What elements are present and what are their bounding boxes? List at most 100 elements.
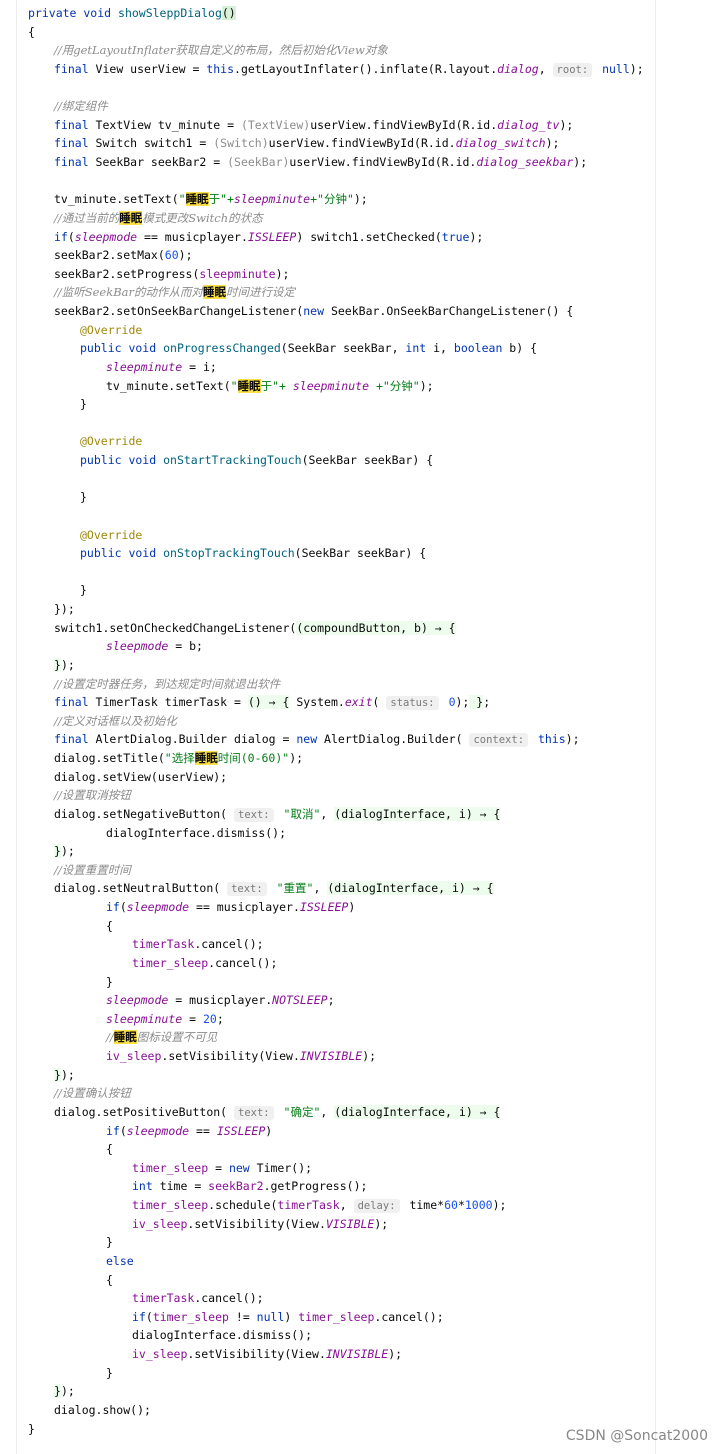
code-line[interactable]: sleepmode = b; — [0, 637, 720, 656]
code-line[interactable]: public void onStopTrackingTouch(SeekBar … — [0, 544, 720, 563]
code-line[interactable]: final SeekBar seekBar2 = (SeekBar)userVi… — [0, 153, 720, 172]
code-line[interactable]: timerTask.cancel(); — [0, 935, 720, 954]
code-line[interactable]: if(sleepmode == ISSLEEP) — [0, 1122, 720, 1141]
code-token: final — [54, 695, 96, 710]
code-line[interactable]: //设置定时器任务，到达规定时间就退出软件 — [0, 675, 720, 694]
code-line[interactable]: { — [0, 1271, 720, 1290]
code-line[interactable]: } — [0, 395, 720, 414]
code-line[interactable]: if(sleepmode == musicplayer.ISSLEEP) — [0, 898, 720, 917]
code-line[interactable]: @Override — [0, 432, 720, 451]
code-line[interactable]: dialog.show(); — [0, 1401, 720, 1420]
code-line[interactable]: //睡眠图标设置不可见 — [0, 1028, 720, 1047]
code-line[interactable]: iv_sleep.setVisibility(View.VISIBLE); — [0, 1215, 720, 1234]
code-line[interactable]: //绑定组件 — [0, 97, 720, 116]
code-line[interactable]: else — [0, 1252, 720, 1271]
code-line[interactable]: }); — [0, 1382, 720, 1401]
code-line[interactable]: iv_sleep.setVisibility(View.INVISIBLE); — [0, 1345, 720, 1364]
code-line[interactable] — [0, 414, 720, 433]
code-line[interactable]: }); — [0, 1066, 720, 1085]
code-line[interactable]: dialog.setNegativeButton( text: "取消", (d… — [0, 805, 720, 824]
code-token: +"分钟" — [310, 192, 354, 207]
code-line[interactable]: public void onStartTrackingTouch(SeekBar… — [0, 451, 720, 470]
code-token: exit — [344, 695, 373, 710]
code-line[interactable]: } — [0, 488, 720, 507]
code-line[interactable] — [0, 172, 720, 191]
code-line[interactable]: sleepminute = i; — [0, 358, 720, 377]
code-line[interactable]: seekBar2.setProgress(sleepminute); — [0, 265, 720, 284]
code-line[interactable]: int time = seekBar2.getProgress(); — [0, 1177, 720, 1196]
code-line[interactable]: //监听SeekBar的动作从而对睡眠时间进行设定 — [0, 283, 720, 302]
code-line[interactable]: //用getLayoutInflater获取自定义的布局，然后初始化View对象 — [0, 41, 720, 60]
code-line[interactable]: if(sleepmode == musicplayer.ISSLEEP) swi… — [0, 228, 720, 247]
code-line[interactable] — [0, 470, 720, 489]
code-line[interactable]: timer_sleep.cancel(); — [0, 954, 720, 973]
code-line[interactable]: switch1.setOnCheckedChangeListener((comp… — [0, 619, 720, 638]
code-token: ISSLEEP — [247, 229, 297, 244]
code-line[interactable]: dialog.setView(userView); — [0, 768, 720, 787]
code-token: (SeekBar seekBar) { — [294, 546, 427, 561]
code-line[interactable]: final View userView = this.getLayoutInfl… — [0, 60, 720, 79]
code-token: == — [189, 1123, 217, 1138]
code-token: sleepmode — [106, 993, 169, 1008]
code-line[interactable]: final TimerTask timerTask = () → { Syste… — [0, 693, 720, 712]
code-line[interactable]: { — [0, 23, 720, 42]
code-line[interactable]: iv_sleep.setVisibility(View.INVISIBLE); — [0, 1047, 720, 1066]
code-token: sleepmode — [106, 639, 169, 654]
code-comment: //通过当前的 — [54, 210, 120, 225]
code-line[interactable]: @Override — [0, 526, 720, 545]
code-line[interactable]: timer_sleep = new Timer(); — [0, 1159, 720, 1178]
code-line[interactable]: //定义对话框以及初始化 — [0, 712, 720, 731]
code-line[interactable]: sleepminute = 20; — [0, 1010, 720, 1029]
code-line[interactable]: } — [0, 1233, 720, 1252]
code-line[interactable] — [0, 507, 720, 526]
code-token: dialog.show(); — [54, 1402, 151, 1417]
code-token: , — [320, 806, 335, 821]
code-comment: 时间进行设定 — [226, 285, 296, 300]
code-line[interactable]: //设置确认按钮 — [0, 1084, 720, 1103]
code-token: ); — [419, 378, 434, 393]
code-line[interactable]: //通过当前的睡眠模式更改Switch的状态 — [0, 209, 720, 228]
code-line[interactable]: @Override — [0, 321, 720, 340]
code-token: .cancel(); — [194, 937, 264, 952]
code-line[interactable]: //设置取消按钮 — [0, 786, 720, 805]
code-line[interactable]: sleepmode = musicplayer.NOTSLEEP; — [0, 991, 720, 1010]
code-line[interactable]: public void onProgressChanged(SeekBar se… — [0, 339, 720, 358]
code-line[interactable]: final TextView tv_minute = (TextView)use… — [0, 116, 720, 135]
code-token: dialog.setPositiveButton( — [54, 1104, 235, 1119]
code-token: onProgressChanged — [163, 341, 281, 356]
code-line[interactable]: final Switch switch1 = (Switch)userView.… — [0, 134, 720, 153]
code-token: (SeekBar seekBar, — [280, 341, 406, 356]
code-line[interactable]: private void showSleppDialog() — [0, 4, 720, 23]
code-line[interactable]: } — [0, 1364, 720, 1383]
code-line[interactable] — [0, 563, 720, 582]
code-comment: // — [106, 1030, 114, 1045]
code-line[interactable]: dialog.setNeutralButton( text: "重置", (di… — [0, 879, 720, 898]
code-token: showSleppDialog — [118, 6, 222, 20]
code-line[interactable]: seekBar2.setMax(60); — [0, 246, 720, 265]
code-line[interactable]: dialog.setTitle("选择睡眠时间(0-60)"); — [0, 749, 720, 768]
code-line[interactable]: seekBar2.setOnSeekBarChangeListener(new … — [0, 302, 720, 321]
code-line[interactable]: }); — [0, 842, 720, 861]
code-line[interactable] — [0, 79, 720, 98]
code-token: if — [106, 900, 120, 914]
code-line[interactable]: tv_minute.setText("睡眠于"+ sleepminute +"分… — [0, 377, 720, 396]
code-line[interactable]: dialog.setPositiveButton( text: "确定", (d… — [0, 1103, 720, 1122]
code-line[interactable]: }); — [0, 656, 720, 675]
code-line[interactable]: }); — [0, 600, 720, 619]
code-line[interactable]: timer_sleep.schedule(timerTask, delay: t… — [0, 1196, 720, 1215]
code-token: = — [208, 1160, 229, 1175]
code-editor[interactable]: private void showSleppDialog(){//用getLay… — [0, 4, 720, 1438]
code-line[interactable]: dialogInterface.dismiss(); — [0, 824, 720, 843]
code-token: 时间(0-60)" — [217, 751, 290, 765]
code-line[interactable]: tv_minute.setText("睡眠于"+sleepminute+"分钟"… — [0, 190, 720, 209]
code-token: seekBar2.setOnSeekBarChangeListener( — [54, 304, 304, 318]
code-line[interactable]: dialogInterface.dismiss(); — [0, 1326, 720, 1345]
code-line[interactable]: final AlertDialog.Builder dialog = new A… — [0, 730, 720, 749]
code-line[interactable]: //设置重置时间 — [0, 861, 720, 880]
code-line[interactable]: { — [0, 917, 720, 936]
code-line[interactable]: } — [0, 973, 720, 992]
code-line[interactable]: timerTask.cancel(); — [0, 1289, 720, 1308]
code-line[interactable]: } — [0, 581, 720, 600]
code-line[interactable]: if(timer_sleep != null) timer_sleep.canc… — [0, 1308, 720, 1327]
code-line[interactable]: { — [0, 1140, 720, 1159]
